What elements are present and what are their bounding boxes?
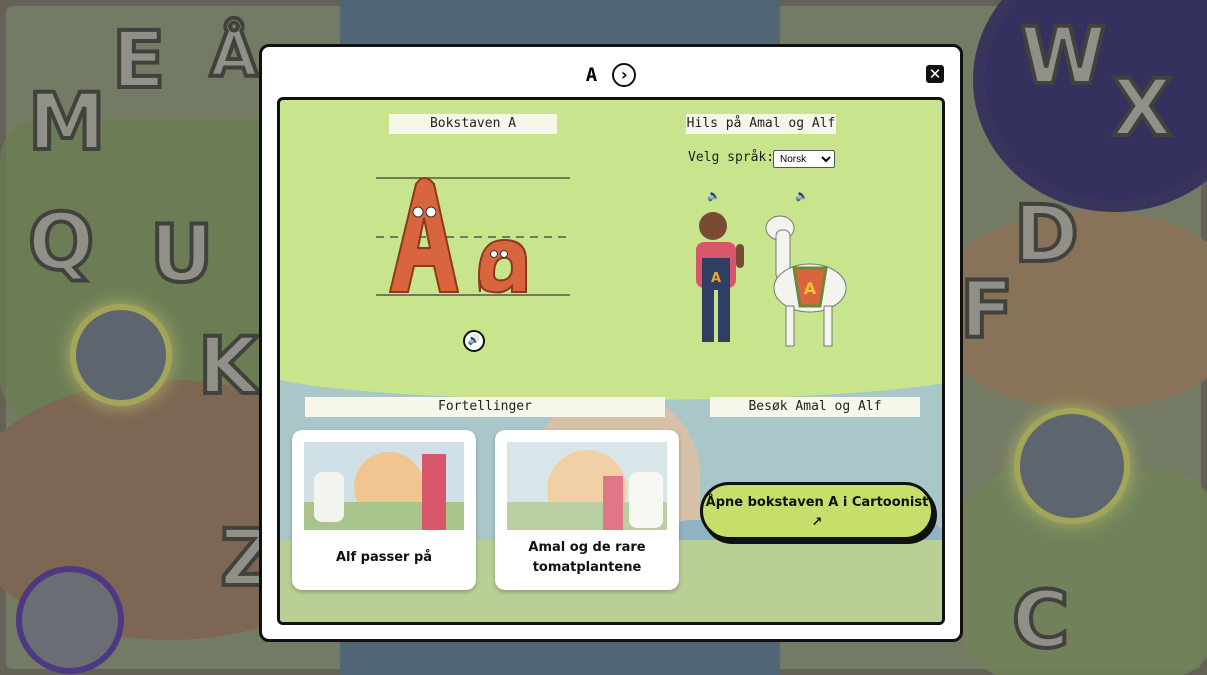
letter-section-label: Bokstaven A xyxy=(389,114,557,134)
story-thumbnail xyxy=(304,442,464,530)
language-select[interactable]: Norsk xyxy=(773,150,835,168)
story-title: Amal og de rare tomatplantene xyxy=(528,540,646,575)
alf-speaker-button[interactable]: 🔈 xyxy=(795,190,809,202)
character-arm xyxy=(736,244,744,268)
letter-upper-shape xyxy=(388,177,460,293)
story-thumbnail xyxy=(507,442,667,530)
letter-lower-shape xyxy=(478,238,527,294)
letter-eye xyxy=(490,250,498,258)
overalls-letter: A xyxy=(711,271,721,286)
amal-speaker-button[interactable]: 🔈 xyxy=(707,190,721,202)
speaker-icon: 🔊 xyxy=(467,335,481,346)
story-title: Alf passer på xyxy=(335,550,433,565)
thumb-amal xyxy=(603,476,623,530)
letter-sound-button[interactable]: 🔊 xyxy=(463,330,485,352)
character-leg xyxy=(702,290,714,342)
character-leg xyxy=(718,290,730,342)
thumb-llama xyxy=(629,472,663,528)
letter-eye xyxy=(425,206,437,218)
language-label: Velg språk: xyxy=(688,150,775,165)
dialog-title: A xyxy=(585,64,598,86)
llama-leg xyxy=(785,305,795,347)
story-card[interactable]: Alf passer på xyxy=(292,430,476,590)
thumb-amal xyxy=(422,454,446,530)
visit-section-label: Besøk Amal og Alf xyxy=(710,397,920,417)
external-link-icon: ↗ xyxy=(811,515,823,530)
llama-leg xyxy=(823,305,833,347)
open-cartoonist-button[interactable]: Åpne bokstaven A i Cartoonist ↗ xyxy=(700,482,934,540)
open-cartoonist-label: Åpne bokstaven A i Cartoonist xyxy=(705,495,929,510)
dialog-content: Bokstaven A 🔊 Hils på Amal og Alf Velg s… xyxy=(277,97,945,625)
close-icon: ✕ xyxy=(928,65,942,83)
close-button[interactable]: ✕ xyxy=(926,65,944,83)
chevron-right-icon: › xyxy=(620,65,628,84)
character-head xyxy=(699,212,727,240)
alf-character[interactable]: A xyxy=(750,206,854,352)
letter-eye xyxy=(500,250,508,258)
dialog-header: A › xyxy=(262,63,960,93)
greet-section-label: Hils på Amal og Alf xyxy=(686,114,836,134)
stories-section-label: Fortellinger xyxy=(305,397,665,417)
blanket-letter: A xyxy=(804,279,817,298)
letter-dialog: A › ✕ Bokstaven A 🔊 Hils på Amal og Alf … xyxy=(259,44,963,642)
letter-eye xyxy=(412,206,424,218)
story-card[interactable]: Amal og de rare tomatplantene xyxy=(495,430,679,590)
letter-illustration xyxy=(376,177,570,296)
next-letter-button[interactable]: › xyxy=(612,63,637,87)
thumb-llama xyxy=(314,472,344,522)
